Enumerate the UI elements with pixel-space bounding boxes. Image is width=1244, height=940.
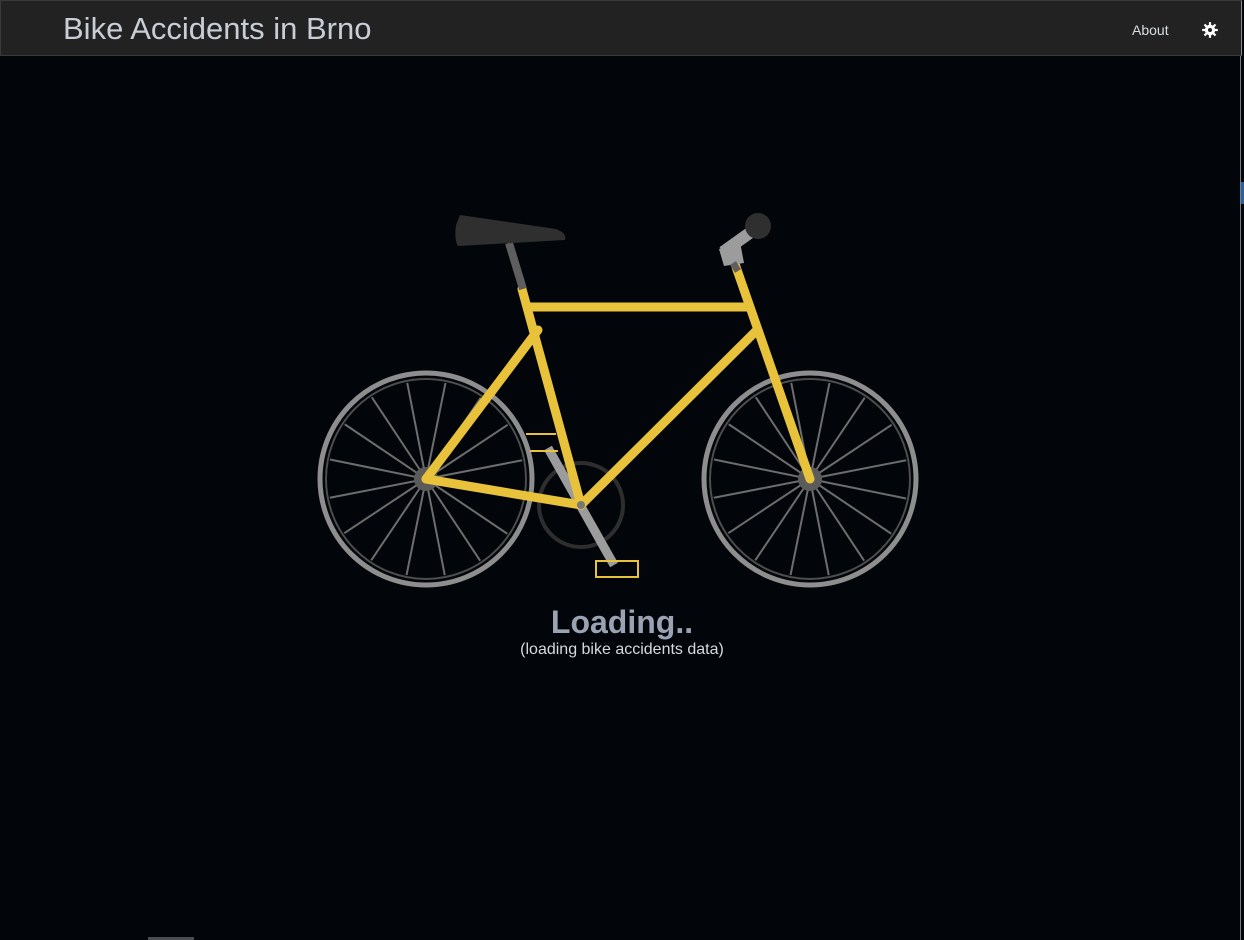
seat-post (505, 241, 527, 291)
saddle (455, 215, 566, 246)
bicycle-icon (317, 213, 919, 588)
bike-frame (421, 259, 815, 510)
pedal (595, 560, 639, 578)
handlebar-grip (745, 213, 771, 239)
loading-subtitle: (loading bike accidents data) (520, 641, 724, 658)
page: Bike Accidents in Brno About Loading.. (… (0, 0, 1244, 940)
loading-title: Loading.. (550, 604, 694, 640)
